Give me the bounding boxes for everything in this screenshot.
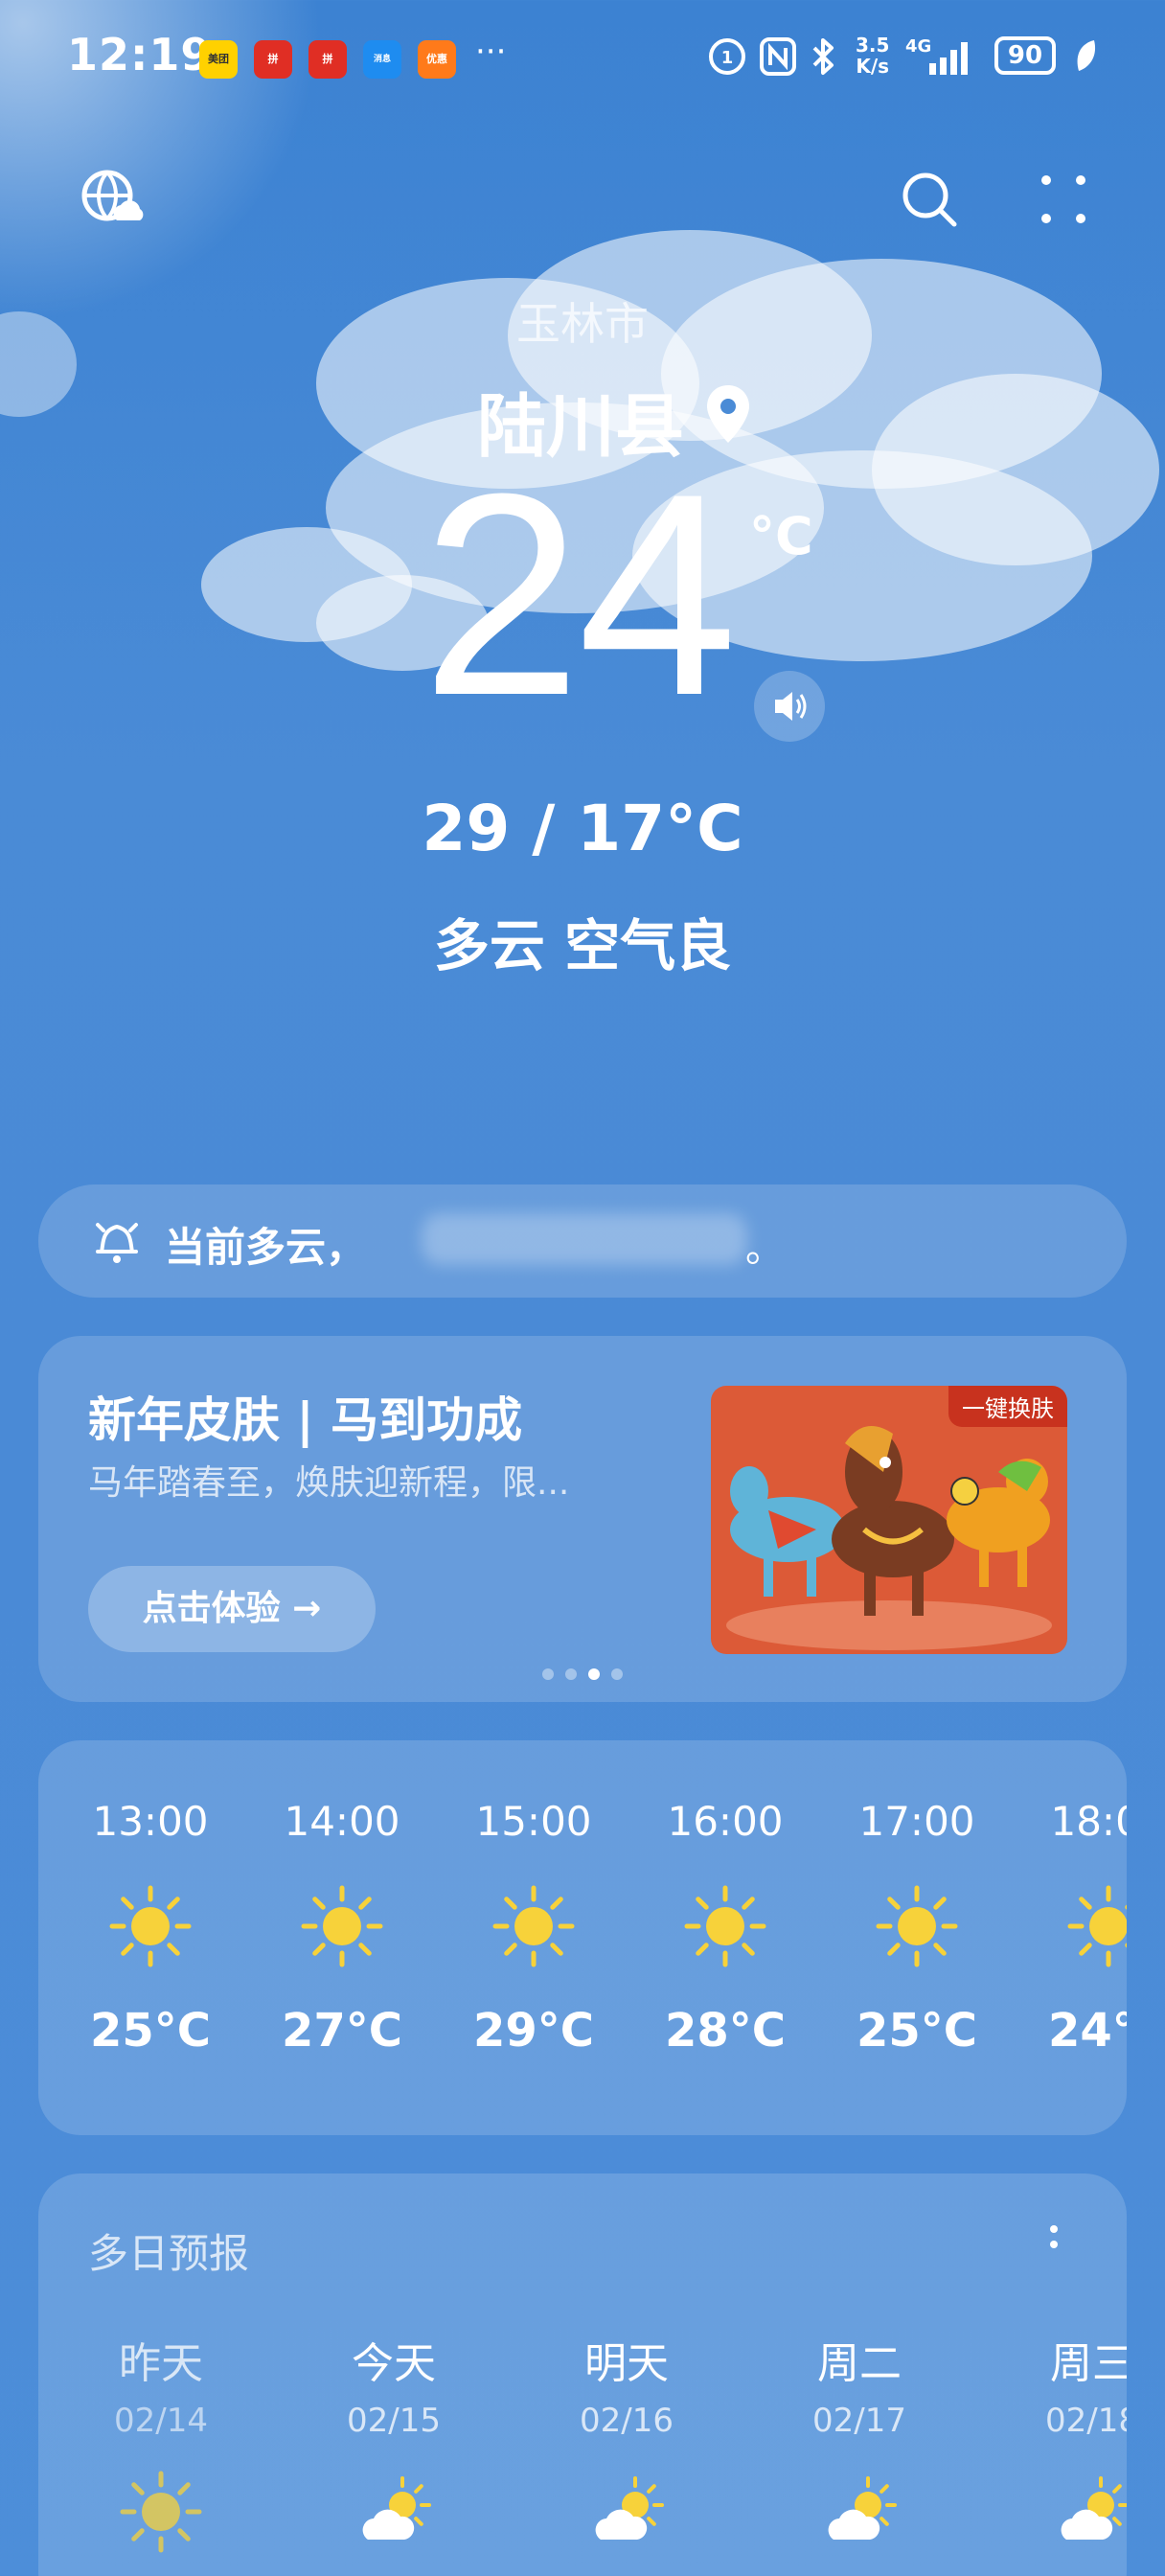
weather-summary-text: 当前多云， (165, 1224, 367, 1271)
network-speed: 3.5 K/s (856, 34, 890, 78)
hd-call-icon: 1 (709, 38, 745, 75)
meituan-notification-icon: 美团 (199, 40, 238, 79)
carousel-indicator (537, 1666, 628, 1684)
sun-icon (876, 1885, 958, 1967)
carousel-dot-active (588, 1668, 600, 1680)
search-icon[interactable] (899, 169, 960, 230)
day-date: 02/14 (114, 2402, 208, 2440)
daily-item[interactable]: 明天 02/16 (540, 2329, 713, 2555)
daily-forecast-title: 多日预报 (88, 2230, 250, 2277)
daily-forecast-card[interactable]: 多日预报 昨天 02/14 今天 02/15 明天 02/16 周二 02/17… (38, 2174, 1127, 2576)
day-date: 02/16 (580, 2402, 674, 2440)
voice-broadcast-button[interactable] (754, 671, 825, 742)
status-bar: 12:19 美团 拼 拼 消息 优惠 ··· 1 3.5 K/s 4G 90 (0, 0, 1165, 115)
weather-condition[interactable]: 多云 空气良 (0, 901, 1165, 981)
partly-cloudy-icon (1061, 2476, 1127, 2540)
message-notification-icon: 消息 (363, 40, 401, 79)
promo-subtitle: 马年踏春至，焕肤迎新程，限... (88, 1463, 570, 1503)
more-menu-icon[interactable] (1037, 171, 1090, 228)
day-name: 昨天 (119, 2339, 203, 2388)
notification-bell-icon (96, 1223, 138, 1263)
carousel-dot (611, 1668, 623, 1680)
carousel-dot (542, 1668, 554, 1680)
sun-icon (109, 1885, 192, 1967)
horse-skin-image[interactable]: 一键换肤 (711, 1386, 1067, 1654)
hourly-item: 18:00 24°C (1027, 1798, 1127, 2058)
hour-time: 15:00 (475, 1798, 592, 1845)
day-name: 今天 (352, 2339, 436, 2388)
day-date: 02/15 (347, 2402, 441, 2440)
partly-cloudy-icon (362, 2476, 431, 2540)
hour-temperature: 27°C (281, 2004, 403, 2058)
hour-time: 16:00 (667, 1798, 784, 1845)
more-options-icon[interactable] (1044, 2223, 1063, 2266)
day-date: 02/18 (1045, 2402, 1127, 2440)
signal-icon (929, 42, 968, 75)
bluetooth-icon (812, 38, 834, 75)
daily-item[interactable]: 周三 02/18 (1006, 2329, 1127, 2555)
city-management-globe-icon[interactable] (79, 167, 146, 234)
one-tap-skin-badge[interactable]: 一键换肤 (948, 1386, 1067, 1427)
try-now-button[interactable]: 点击体验 → (88, 1566, 376, 1652)
battery-saver-leaf-icon (1077, 40, 1096, 71)
pinduoduo-notification-icon: 拼 (254, 40, 292, 79)
hour-time: 14:00 (284, 1798, 400, 1845)
hourly-forecast-card[interactable]: 13:00 25°C 14:00 27°C 15:00 29°C 16:00 28°C… (38, 1740, 1127, 2135)
pinduoduo-notification-icon-2: 拼 (308, 40, 347, 79)
temperature-unit: °C (749, 506, 813, 566)
svg-text:1: 1 (721, 48, 734, 68)
blurred-text (422, 1213, 747, 1265)
nfc-icon (760, 37, 796, 76)
sun-icon (120, 2471, 202, 2553)
sun-icon (492, 1885, 575, 1967)
city-name: 玉林市 (516, 298, 649, 350)
current-temperature: 24 (422, 433, 738, 755)
hour-time: 17:00 (858, 1798, 975, 1845)
hourly-item: 15:00 29°C (452, 1798, 615, 2058)
sun-icon (684, 1885, 766, 1967)
partly-cloudy-icon (595, 2476, 664, 2540)
hourly-item: 16:00 28°C (644, 1798, 807, 2058)
skin-promo-card[interactable]: 新年皮肤 | 马到功成 马年踏春至，焕肤迎新程，限... 点击体验 → 一键换肤 (38, 1336, 1127, 1702)
hour-time: 13:00 (92, 1798, 209, 1845)
hourly-item: 13:00 25°C (69, 1798, 232, 2058)
day-name: 明天 (584, 2339, 669, 2388)
promo-title: 新年皮肤 | 马到功成 (88, 1392, 523, 1448)
hour-temperature: 28°C (664, 2004, 787, 2058)
sun-icon (1067, 1885, 1127, 1967)
hourly-item: 17:00 25°C (835, 1798, 998, 2058)
weather-summary-end: 。 (745, 1227, 784, 1271)
hour-time: 18:00 (1050, 1798, 1127, 1845)
hour-temperature: 29°C (472, 2004, 595, 2058)
day-date: 02/17 (812, 2402, 906, 2440)
carousel-dot (565, 1668, 577, 1680)
hour-temperature: 25°C (856, 2004, 978, 2058)
status-time: 12:19 (67, 29, 213, 80)
day-name: 周二 (817, 2339, 902, 2388)
daily-item[interactable]: 今天 02/15 (308, 2329, 480, 2555)
more-notifications-indicator: ··· (475, 33, 507, 71)
hour-temperature: 25°C (89, 2004, 212, 2058)
weather-summary-card[interactable]: 当前多云， 。 (38, 1184, 1127, 1298)
hour-temperature: 24°C (1047, 2004, 1127, 2058)
day-name: 周三 (1050, 2339, 1127, 2388)
sun-icon (301, 1885, 383, 1967)
promo-notification-icon: 优惠 (418, 40, 456, 79)
partly-cloudy-icon (828, 2476, 897, 2540)
daily-item[interactable]: 周二 02/17 (773, 2329, 946, 2555)
hourly-item: 14:00 27°C (261, 1798, 423, 2058)
daily-item[interactable]: 昨天 02/14 (75, 2329, 247, 2555)
speaker-icon (775, 692, 807, 721)
battery-indicator: 90 (994, 36, 1056, 75)
high-low-temperature: 29 / 17°C (422, 792, 743, 865)
